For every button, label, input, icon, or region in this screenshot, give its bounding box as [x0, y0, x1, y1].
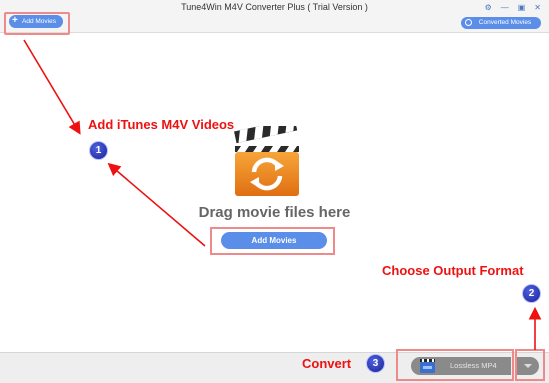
step2-badge: 2: [522, 284, 541, 303]
convert-highlight: [396, 349, 514, 381]
annotation-step2: Choose Output Format: [382, 263, 524, 278]
drag-hint-text: Drag movie files here: [198, 204, 351, 221]
gear-icon[interactable]: ⚙: [485, 3, 492, 13]
add-movies-center-highlight: [210, 227, 335, 255]
converted-movies-label: Converted Movies: [478, 19, 532, 26]
clapperboard-convert-icon: [234, 126, 299, 196]
step3-badge: 3: [366, 354, 385, 373]
clock-icon: [465, 19, 472, 26]
annotation-step1: Add iTunes M4V Videos: [88, 117, 235, 132]
annotation-step3: Convert: [302, 356, 352, 371]
format-dropdown-highlight: [515, 349, 545, 381]
arrow-to-toolbar: [23, 39, 81, 135]
window-controls: ⚙ — ▣ ✕: [485, 3, 541, 13]
converted-movies-button[interactable]: Converted Movies: [461, 17, 541, 29]
close-icon[interactable]: ✕: [534, 3, 541, 13]
maximize-icon[interactable]: ▣: [518, 3, 526, 13]
step1-badge: 1: [89, 141, 108, 160]
minimize-icon[interactable]: —: [501, 3, 509, 13]
add-movies-highlight: [4, 12, 70, 35]
window-title: Tune4Win M4V Converter Plus ( Trial Vers…: [181, 2, 368, 12]
